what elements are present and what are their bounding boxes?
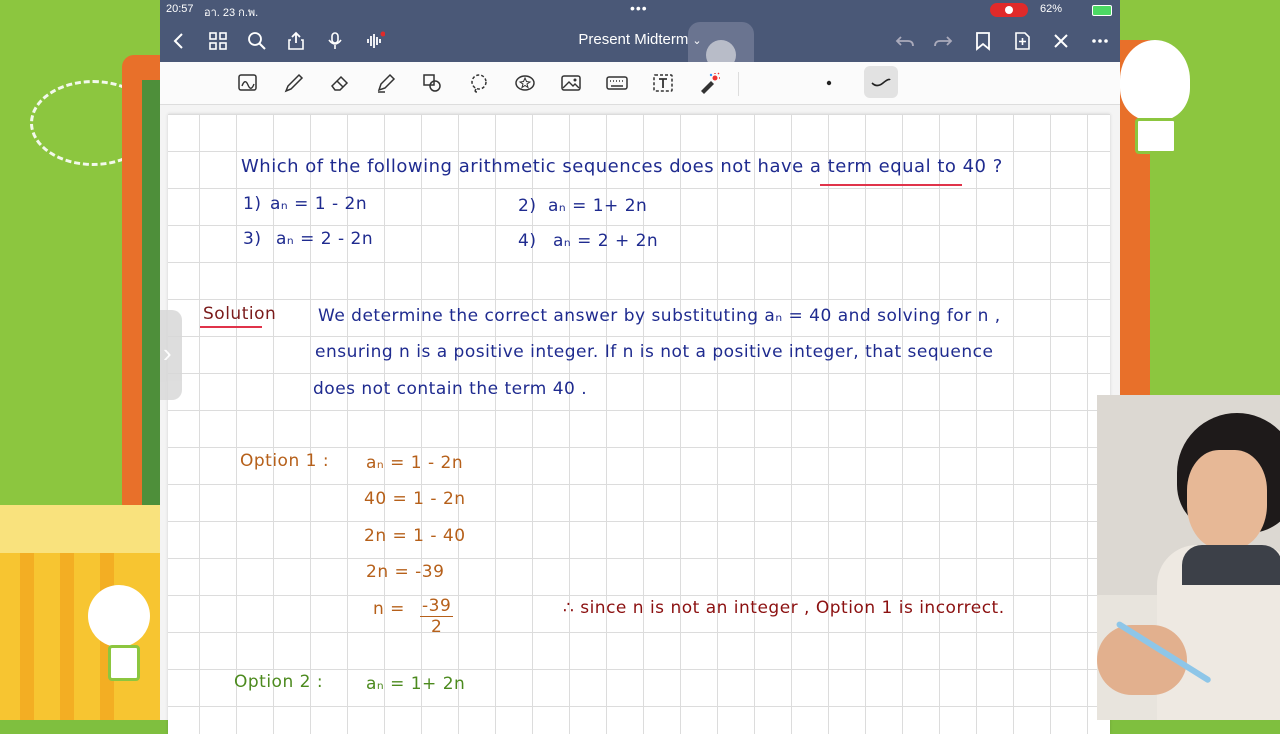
keyboard-tool-icon[interactable]: [603, 70, 631, 96]
highlighter-tool-icon[interactable]: [372, 70, 400, 96]
eraser-tool-icon[interactable]: [326, 70, 354, 96]
option-number: 2): [518, 196, 537, 216]
chevron-down-icon: ⌄: [692, 35, 702, 47]
lasso-ocr-tool-icon[interactable]: [234, 70, 262, 96]
option1-fraction: -39 2: [420, 596, 454, 637]
navigation-bar: Present Midterm ⌄: [160, 20, 1120, 88]
document-title-text: Present Midterm: [578, 31, 689, 48]
highlight-underline: [820, 184, 962, 186]
option-expression: aₙ = 1 - 2n: [270, 194, 368, 214]
notes-app-window: 20:57 อา. 23 ก.พ. ••• 62% Present Midter…: [160, 0, 1120, 734]
laser-pointer-icon[interactable]: [695, 70, 723, 96]
option1-step: aₙ = 1 - 2n: [366, 453, 464, 473]
solution-line: ensuring n is a positive integer. If n i…: [315, 342, 994, 362]
stroke-style-option-icon[interactable]: [864, 66, 898, 98]
notebook-page[interactable]: Which of the following arithmetic sequen…: [168, 114, 1110, 734]
fraction-denominator: 2: [430, 617, 443, 637]
decorative-stripe: [60, 553, 74, 720]
background-right: [1120, 0, 1280, 395]
option1-final-lhs: n =: [373, 599, 405, 619]
option1-conclusion: ∴ since n is not an integer , Option 1 i…: [563, 598, 1005, 618]
option1-step: 2n = -39: [366, 562, 445, 582]
decorative-stripe: [20, 553, 34, 720]
status-date: อา. 23 ก.พ.: [204, 7, 259, 19]
option-number: 1): [243, 194, 262, 214]
solution-line: We determine the correct answer by subst…: [318, 306, 1001, 326]
drawing-toolbar: [160, 62, 1120, 105]
solution-label: Solution: [203, 304, 277, 324]
solution-line: does not contain the term 40 .: [313, 379, 588, 399]
option1-step: 2n = 1 - 40: [364, 526, 466, 546]
status-bar: 20:57 อา. 23 ก.พ. ••• 62%: [160, 0, 1120, 20]
status-time: 20:57: [166, 3, 194, 15]
close-icon[interactable]: [1048, 28, 1074, 54]
lightbulb-icon: [1120, 40, 1190, 120]
lightbulb-base: [1135, 118, 1177, 154]
presenter-face: [1187, 450, 1267, 550]
sticker-tool-icon[interactable]: [511, 70, 539, 96]
webcam-overlay: [1097, 395, 1280, 720]
option2-label: Option 2 :: [234, 672, 324, 692]
option1-label: Option 1 :: [240, 451, 330, 471]
option1-step: 40 = 1 - 2n: [364, 489, 466, 509]
option-expression: aₙ = 1+ 2n: [548, 196, 648, 216]
chevron-right-icon: ›: [163, 338, 172, 368]
option-number: 4): [518, 231, 537, 251]
more-options-icon[interactable]: [1087, 28, 1113, 54]
page-side-handle[interactable]: ›: [160, 310, 182, 400]
solution-underline: [200, 326, 262, 328]
option-expression: aₙ = 2 + 2n: [553, 231, 659, 251]
option-expression: aₙ = 2 - 2n: [276, 229, 374, 249]
option-number: 3): [243, 229, 262, 249]
toolbar-divider: [738, 72, 739, 96]
screen-recording-icon: [990, 3, 1028, 17]
battery-icon: [1092, 5, 1112, 16]
question-text: Which of the following arithmetic sequen…: [241, 156, 1003, 177]
lightbulb-base: [108, 645, 140, 681]
battery-percentage: 62%: [1040, 3, 1063, 15]
decorative-block: [0, 505, 160, 553]
fraction-numerator: -39: [420, 596, 454, 617]
presenter-collar: [1182, 545, 1280, 585]
text-tool-icon[interactable]: [649, 70, 677, 96]
pen-tool-icon[interactable]: [280, 70, 308, 96]
lightbulb-icon: [88, 585, 150, 647]
bookmark-icon[interactable]: [970, 28, 996, 54]
image-tool-icon[interactable]: [557, 70, 585, 96]
shapes-tool-icon[interactable]: [418, 70, 446, 96]
lasso-tool-icon[interactable]: [465, 70, 493, 96]
undo-icon[interactable]: [892, 28, 918, 54]
option2-step: aₙ = 1+ 2n: [366, 674, 466, 694]
thin-stroke-option-icon[interactable]: [815, 70, 843, 96]
redo-icon[interactable]: [930, 28, 956, 54]
add-page-icon[interactable]: [1009, 28, 1035, 54]
background-left: [0, 0, 160, 720]
multitask-dots-icon[interactable]: •••: [630, 0, 648, 16]
